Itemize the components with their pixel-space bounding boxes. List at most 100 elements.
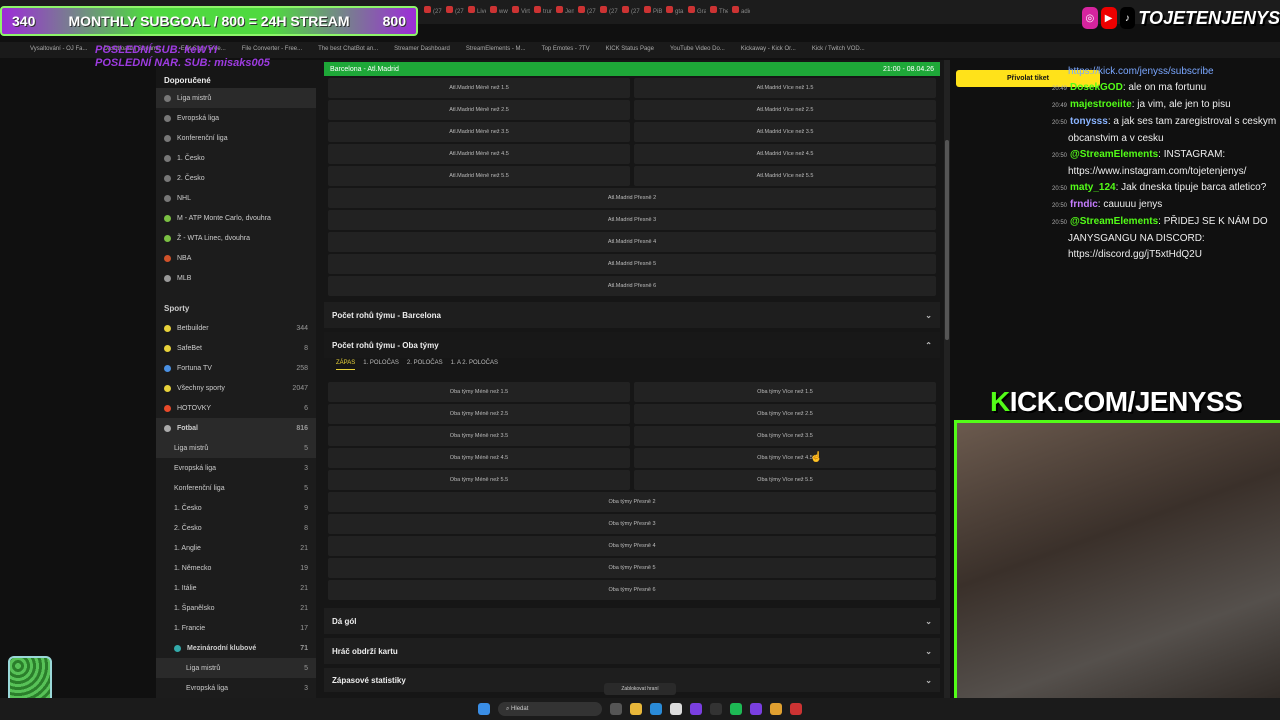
browser-tab[interactable]: (272 [618, 1, 640, 23]
odds-cell[interactable]: Oba týmy Méně než 5.5 [328, 470, 630, 490]
period-tab[interactable]: ZÁPAS [336, 360, 356, 370]
odds-cell[interactable]: Atl.Madrid Přesně 3 [328, 210, 936, 230]
chat-username[interactable]: DosekGOD [1070, 82, 1123, 93]
odds-cell[interactable]: Atl.Madrid Více než 4.5 [634, 144, 936, 164]
odds-cell[interactable]: Oba týmy Přesně 5 [328, 558, 936, 578]
period-tab[interactable]: 1. A 2. POLOČAS [451, 360, 498, 366]
sidebar-item[interactable]: Evropská liga [156, 108, 316, 128]
odds-cell[interactable]: Oba týmy Přesně 3 [328, 514, 936, 534]
odds-cell[interactable]: Oba týmy Více než 1.5 [634, 382, 936, 402]
odds-cell[interactable]: Oba týmy Více než 3.5 [634, 426, 936, 446]
bookmark-item[interactable]: Vysaltování - OJ Fa... [30, 46, 87, 52]
sidebar-item[interactable]: NBA [156, 248, 316, 268]
browser-tab[interactable]: trum [530, 1, 552, 23]
section-goal[interactable]: Dá gól ⌄ [324, 608, 940, 634]
browser-tab[interactable]: (272 [596, 1, 618, 23]
sidebar-sport[interactable]: HOTOVKY 6 [156, 398, 316, 418]
sidebar-league[interactable]: Mezinárodní klubové 71 [156, 638, 316, 658]
odds-cell[interactable]: Oba týmy Méně než 2.5 [328, 404, 630, 424]
sidebar-league[interactable]: 1. Německo 19 [156, 558, 316, 578]
chat-username[interactable]: frndic [1070, 199, 1098, 210]
browser-tab[interactable]: Gran [684, 1, 706, 23]
bookmark-item[interactable]: StreamElements - M... [466, 46, 526, 52]
browser-tab[interactable]: adid [728, 1, 750, 23]
browser-tab[interactable]: (272 [574, 1, 596, 23]
browser-tab[interactable]: The [706, 1, 728, 23]
section-corners-barcelona[interactable]: Počet rohů týmu - Barcelona ⌄ [324, 302, 940, 328]
sidebar-league[interactable]: 1. Itálie 21 [156, 578, 316, 598]
sidebar-sport[interactable]: Všechny sporty 2047 [156, 378, 316, 398]
browser-tab[interactable]: PiBi [640, 1, 662, 23]
chat-username[interactable]: tonysss [1070, 116, 1108, 127]
chrome-icon[interactable] [670, 703, 682, 715]
sidebar-item[interactable]: Konferenční liga [156, 128, 316, 148]
sidebar-league[interactable]: Liga mistrů 5 [156, 438, 316, 458]
edge-icon[interactable] [650, 703, 662, 715]
odds-cell[interactable]: Atl.Madrid Přesně 6 [328, 276, 936, 296]
browser-tab[interactable]: (272 [420, 1, 442, 23]
sidebar-sport[interactable]: Betbuilder 344 [156, 318, 316, 338]
odds-cell[interactable]: Atl.Madrid Více než 3.5 [634, 122, 936, 142]
browser-tab[interactable]: Virtu [508, 1, 530, 23]
sidebar-league[interactable]: Liga mistrů 5 [156, 658, 316, 678]
app-icon[interactable] [690, 703, 702, 715]
odds-cell[interactable]: Atl.Madrid Více než 5.5 [634, 166, 936, 186]
chat-username[interactable]: maty_124 [1070, 182, 1116, 193]
sidebar-item[interactable]: MLB [156, 268, 316, 288]
odds-cell[interactable]: Oba týmy Více než 5.5 [634, 470, 936, 490]
chat-username[interactable]: @StreamElements [1070, 149, 1158, 160]
file-explorer-icon[interactable] [630, 703, 642, 715]
sidebar-league[interactable]: Konferenční liga 5 [156, 478, 316, 498]
sidebar-league[interactable]: Evropská liga 3 [156, 458, 316, 478]
sidebar-sport[interactable]: Fotbal 816 [156, 418, 316, 438]
section-card[interactable]: Hráč obdrží kartu ⌄ [324, 638, 940, 664]
sidebar-item[interactable]: 1. Česko [156, 148, 316, 168]
sidebar-item[interactable]: NHL [156, 188, 316, 208]
bookmark-item[interactable]: Top Emotes - 7TV [542, 46, 590, 52]
app-icon[interactable] [750, 703, 762, 715]
odds-cell[interactable]: Atl.Madrid Méně než 4.5 [328, 144, 630, 164]
odds-cell[interactable]: Atl.Madrid Méně než 1.5 [328, 78, 630, 98]
odds-cell[interactable]: Atl.Madrid Méně než 2.5 [328, 100, 630, 120]
spotify-icon[interactable] [730, 703, 742, 715]
taskbar-search[interactable]: ⌕ Hledat [498, 702, 602, 716]
bookmark-item[interactable]: YouTube Video Do... [670, 46, 725, 52]
app-icon[interactable] [790, 703, 802, 715]
sidebar-item[interactable]: M - ATP Monte Carlo, dvouhra [156, 208, 316, 228]
bookmark-item[interactable]: Streamer Dashboard [394, 46, 450, 52]
sidebar-league[interactable]: Evropská liga 3 [156, 678, 316, 698]
odds-cell[interactable]: Oba týmy Přesně 4 [328, 536, 936, 556]
bookmark-item[interactable]: KICK Status Page [606, 46, 654, 52]
odds-cell[interactable]: Oba týmy Méně než 3.5 [328, 426, 630, 446]
sidebar-item[interactable]: Ž - WTA Linec, dvouhra [156, 228, 316, 248]
odds-cell[interactable]: Atl.Madrid Přesně 5 [328, 254, 936, 274]
browser-tab[interactable]: Jeny [552, 1, 574, 23]
browser-tab[interactable]: www [486, 1, 508, 23]
sidebar-league[interactable]: 1. Česko 9 [156, 498, 316, 518]
block-playing-toast[interactable]: Zablokovat hraní [604, 683, 676, 695]
bookmark-item[interactable]: The best ChatBot an... [318, 46, 378, 52]
sidebar-league[interactable]: 1. Anglie 21 [156, 538, 316, 558]
browser-tab[interactable]: (272 [442, 1, 464, 23]
sidebar-item[interactable]: Liga mistrů [156, 88, 316, 108]
odds-cell[interactable]: Atl.Madrid Více než 2.5 [634, 100, 936, 120]
odds-cell[interactable]: Atl.Madrid Méně než 3.5 [328, 122, 630, 142]
period-tab[interactable]: 2. POLOČAS [407, 360, 443, 366]
chat-link[interactable]: https://kick.com/jenyss/subscribe [1068, 66, 1214, 77]
sidebar-sport[interactable]: Fortuna TV 258 [156, 358, 316, 378]
bookmark-item[interactable]: Kickaway - Kick Or... [741, 46, 796, 52]
section-corners-both[interactable]: Počet rohů týmu - Oba týmy ⌃ [324, 332, 940, 358]
browser-tab[interactable]: Live [464, 1, 486, 23]
start-icon[interactable] [478, 703, 490, 715]
odds-cell[interactable]: Atl.Madrid Přesně 4 [328, 232, 936, 252]
browser-tab[interactable]: gta [662, 1, 684, 23]
odds-cell[interactable]: Oba týmy Méně než 1.5 [328, 382, 630, 402]
odds-cell[interactable]: Atl.Madrid Přesně 2 [328, 188, 936, 208]
page-scrollbar[interactable] [944, 60, 950, 698]
sidebar-league[interactable]: 2. Česko 8 [156, 518, 316, 538]
period-tab[interactable]: 1. POLOČAS [363, 360, 399, 366]
bookmark-item[interactable]: Kick / Twitch VOD... [812, 46, 865, 52]
app-icon[interactable] [770, 703, 782, 715]
odds-cell[interactable]: Oba týmy Více než 2.5 [634, 404, 936, 424]
chat-username[interactable]: majestroeiite [1070, 99, 1132, 110]
